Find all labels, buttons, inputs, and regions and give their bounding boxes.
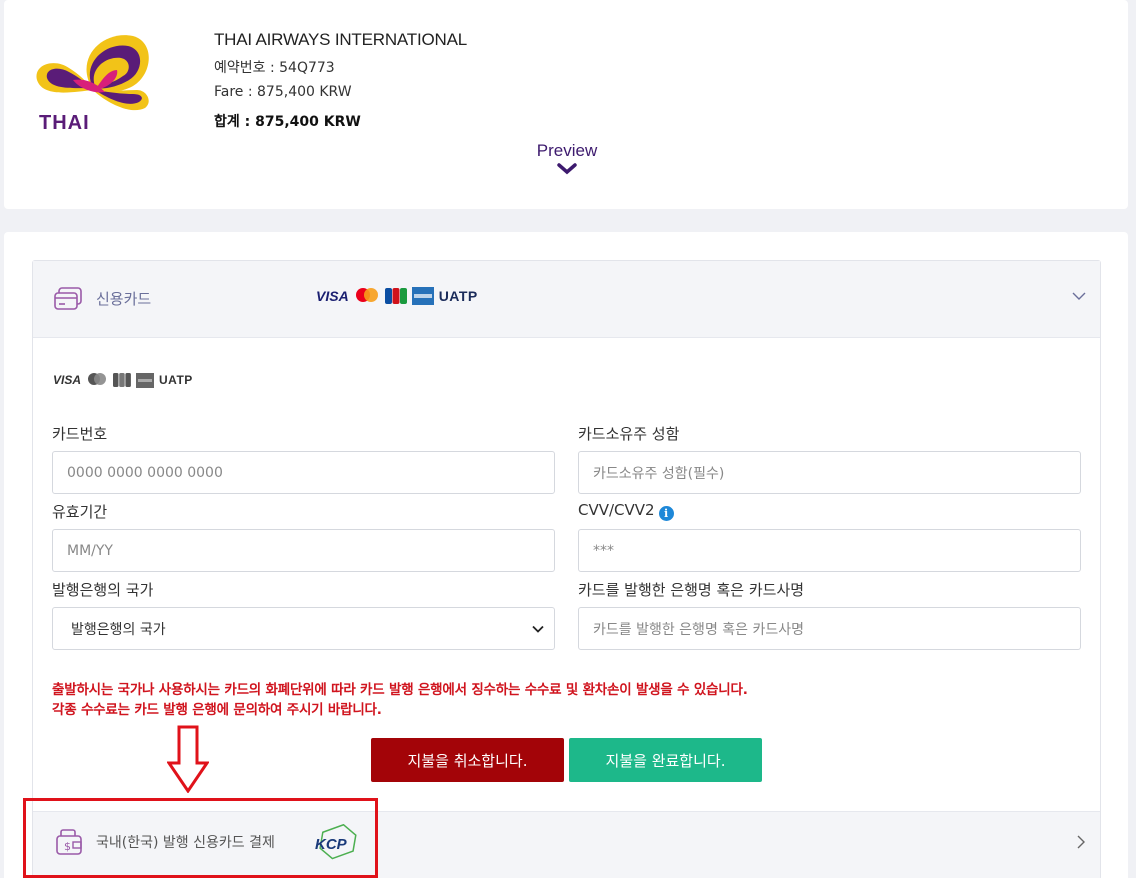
jcb-logo <box>384 288 407 304</box>
chevron-down-icon <box>557 163 577 175</box>
chevron-right-icon <box>1077 835 1085 849</box>
annotation-highlight-box <box>23 798 378 878</box>
fee-warning-line2: 각종 수수료는 카드 발행 은행에 문의하여 주시기 바랍니다. <box>52 702 382 718</box>
card-number-label: 카드번호 <box>52 425 108 443</box>
issuer-country-select[interactable]: 발행은행의 국가 <box>52 607 555 650</box>
mastercard-logo <box>355 288 378 302</box>
visa-logo: VISA <box>53 373 82 387</box>
booking-summary-card: THAI THAI AIRWAYS INTERNATIONAL 예약번호 : 5… <box>4 0 1128 209</box>
issuer-bank-input[interactable]: 카드를 발행한 은행명 혹은 카드사명 <box>578 607 1081 650</box>
jcb-logo <box>113 373 131 387</box>
cancel-payment-button[interactable]: 지불을 취소합니다. <box>371 738 564 782</box>
fee-warning-line1: 출발하시는 국가나 사용하시는 카드의 화폐단위에 따라 카드 발행 은행에서 … <box>52 682 748 698</box>
amex-logo <box>411 287 434 305</box>
amex-logo <box>136 372 155 388</box>
preview-label: Preview <box>536 141 598 160</box>
credit-card-accordion-header[interactable]: 신용카드 VISA UATP <box>33 261 1100 338</box>
payment-card: 신용카드 VISA UATP VISA UATP 카드번호 카드소유주 성함 0… <box>4 232 1128 878</box>
logo-text: THAI <box>39 112 90 134</box>
annotation-arrow-down-icon <box>167 725 209 793</box>
chevron-down-icon <box>1072 292 1086 300</box>
accepted-card-logos: VISA UATP <box>53 372 193 388</box>
mastercard-logo <box>88 373 107 385</box>
visa-logo: VISA <box>316 288 349 304</box>
holder-name-label: 카드소유주 성함 <box>578 425 680 443</box>
cvv-label: CVV/CVV2 <box>578 501 655 519</box>
booking-reference: 예약번호 : 54Q773 <box>214 60 335 76</box>
issuer-country-label: 발행은행의 국가 <box>52 581 154 599</box>
cvv-label-wrap: CVV/CVV2 i <box>578 501 1081 521</box>
issuer-bank-label: 카드를 발행한 은행명 혹은 카드사명 <box>578 581 805 599</box>
expiry-label: 유효기간 <box>52 503 108 521</box>
credit-card-icon <box>53 286 83 316</box>
issuer-country-selected: 발행은행의 국가 <box>71 621 166 638</box>
total-amount: 합계 : 875,400 KRW <box>214 114 361 130</box>
info-icon[interactable]: i <box>658 506 674 521</box>
uatp-logo: UATP <box>438 288 478 304</box>
preview-toggle[interactable]: Preview <box>504 141 630 175</box>
thai-airways-logo: THAI <box>33 28 153 138</box>
card-number-input[interactable]: 0000 0000 0000 0000 <box>52 451 555 494</box>
payment-accordion: 신용카드 VISA UATP VISA UATP 카드번호 카드소유주 성함 0… <box>32 260 1101 878</box>
complete-payment-button[interactable]: 지불을 완료합니다. <box>569 738 762 782</box>
card-brand-logos: VISA UATP <box>316 287 478 305</box>
holder-name-input[interactable]: 카드소유주 성함(필수) <box>578 451 1081 494</box>
expiry-input[interactable]: MM/YY <box>52 529 555 572</box>
credit-card-title: 신용카드 <box>96 290 152 308</box>
airline-name: THAI AIRWAYS INTERNATIONAL <box>214 30 467 49</box>
chevron-down-icon <box>532 625 544 633</box>
cvv-input[interactable]: *** <box>578 529 1081 572</box>
fare-amount: Fare : 875,400 KRW <box>214 84 352 100</box>
uatp-logo: UATP <box>159 373 193 387</box>
